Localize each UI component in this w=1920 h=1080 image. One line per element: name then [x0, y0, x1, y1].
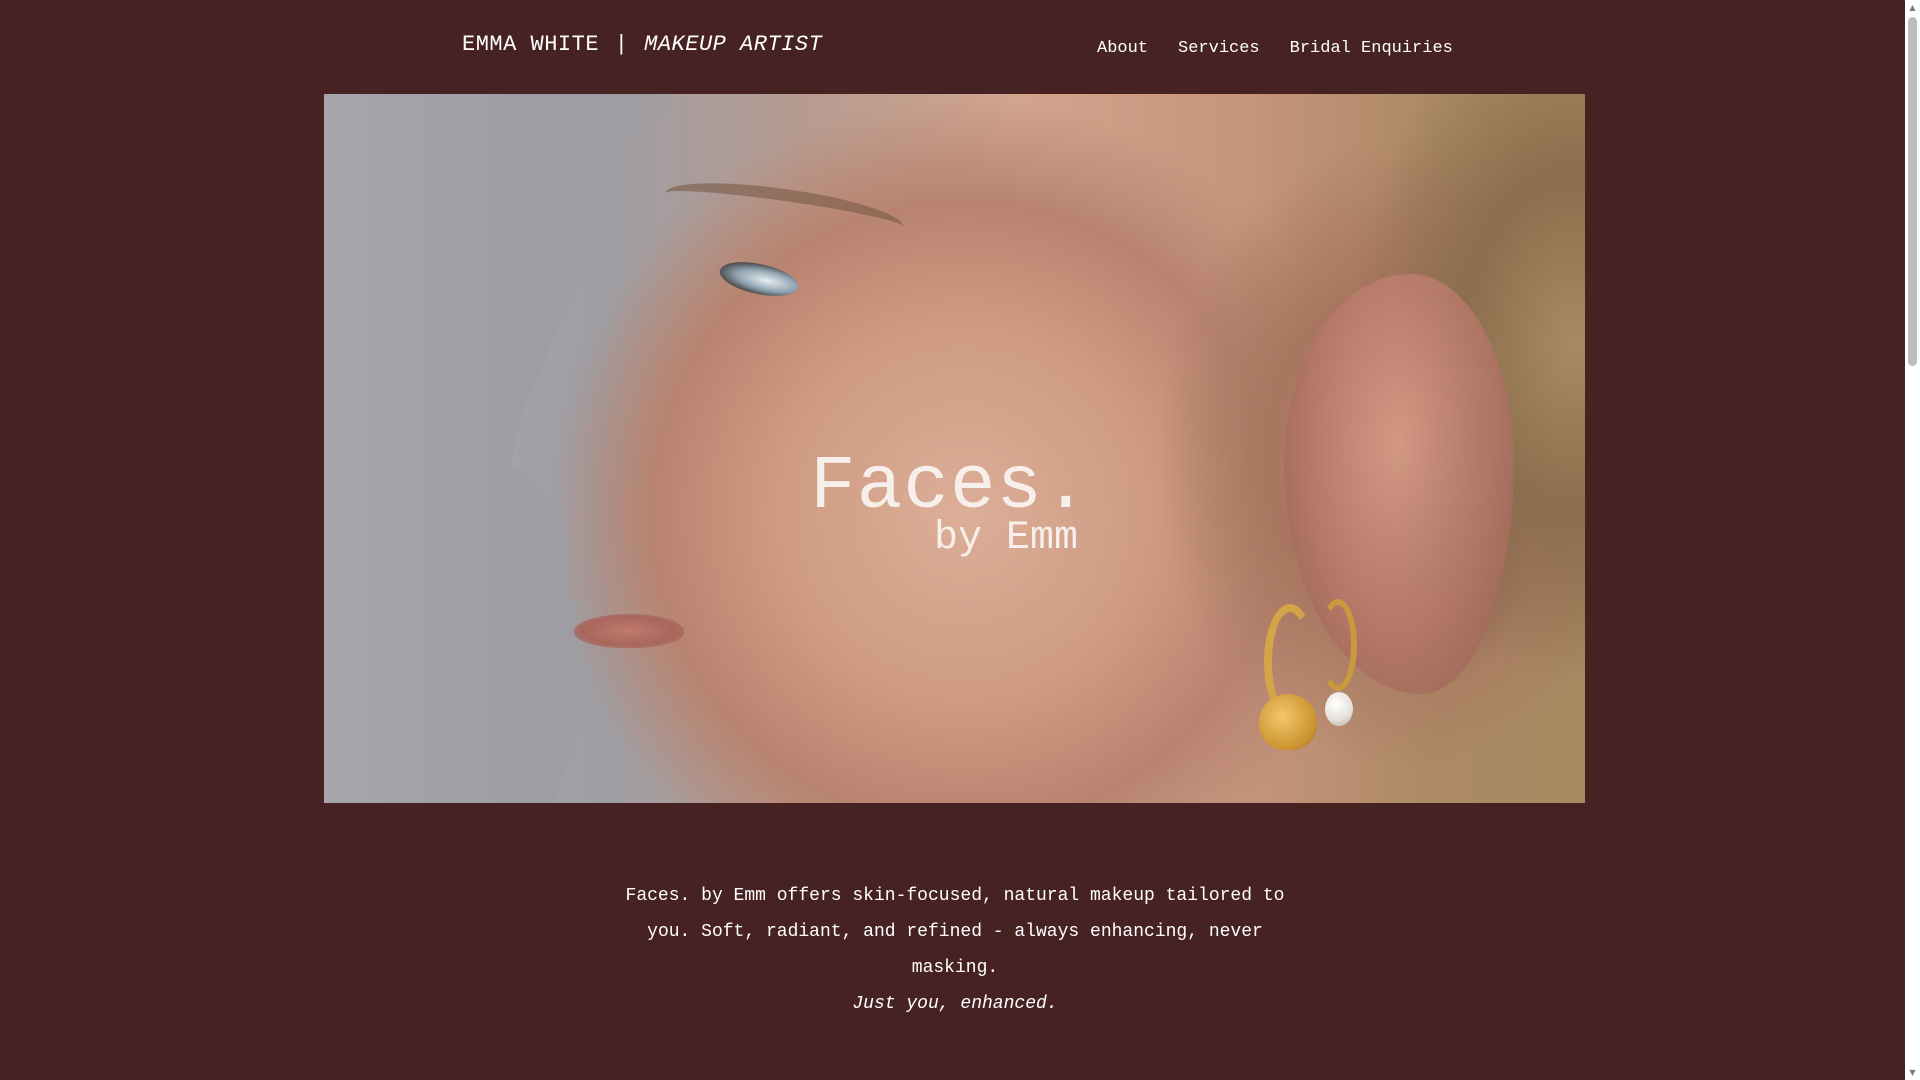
brand-separator: |: [614, 32, 629, 57]
hero-image: Faces. by Emm: [324, 94, 1585, 803]
nav-link-about[interactable]: About: [1097, 39, 1163, 58]
hero-photo-background: [324, 94, 684, 803]
scroll-down-arrow-icon[interactable]: ▼: [1905, 1065, 1920, 1080]
site-header: EMMA WHITE | MAKEUP ARTIST About Service…: [0, 0, 1905, 94]
brand-name: EMMA WHITE: [462, 32, 600, 57]
shell-earring-icon: [1259, 694, 1317, 750]
hero-photo-eye: [716, 256, 802, 302]
hero-photo-ear: [1284, 274, 1514, 694]
nav-link-services[interactable]: Services: [1163, 39, 1275, 58]
hero-logo-title: Faces.: [810, 444, 1090, 530]
intro-paragraph: Faces. by Emm offers skin-focused, natur…: [625, 886, 1285, 978]
hero-photo-brow: [662, 172, 906, 248]
page: EMMA WHITE | MAKEUP ARTIST About Service…: [0, 0, 1920, 1080]
site-brand[interactable]: EMMA WHITE | MAKEUP ARTIST: [462, 32, 822, 57]
scroll-up-arrow-icon[interactable]: ▲: [1905, 0, 1920, 15]
nav-link-bridal-enquiries[interactable]: Bridal Enquiries: [1275, 39, 1468, 58]
brand-role: MAKEUP ARTIST: [644, 32, 823, 57]
vertical-scrollbar[interactable]: ▲ ▼: [1905, 0, 1920, 1080]
pearl-earring-icon: [1325, 692, 1353, 726]
hero-logo-subtitle: by Emm: [934, 516, 1079, 561]
scrollbar-thumb[interactable]: [1908, 17, 1917, 366]
hero-photo-earring-hoop-small: [1319, 599, 1357, 691]
hero-photo-lips: [574, 614, 684, 648]
intro-tagline: Just you, enhanced.: [852, 994, 1058, 1014]
main-nav: About Services Bridal Enquiries: [1097, 39, 1468, 58]
intro-section: Faces. by Emm offers skin-focused, natur…: [610, 878, 1300, 1022]
